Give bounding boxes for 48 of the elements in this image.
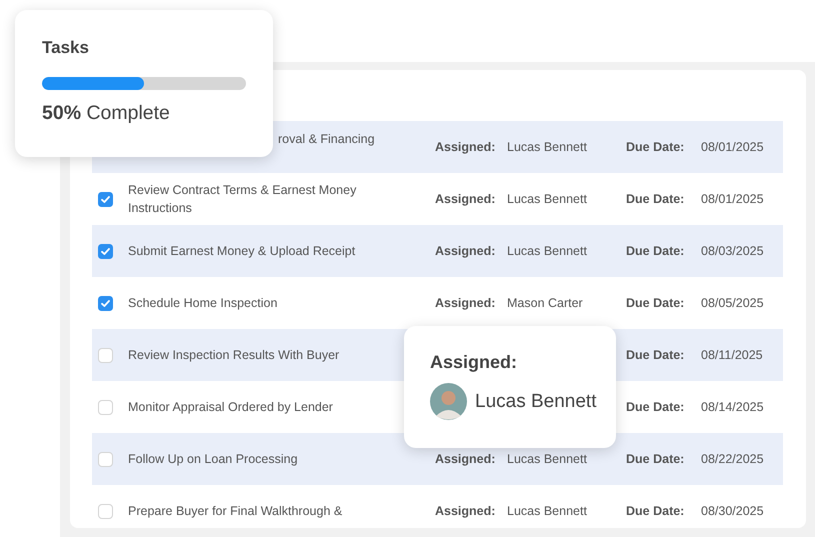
task-title: Follow Up on Loan Processing [128,451,299,468]
assignee-name: Lucas Bennett [507,504,587,518]
due-date: 08/22/2025 [701,452,764,466]
task-title: Review Inspection Results With Buyer [128,347,340,364]
checkbox[interactable] [98,348,113,362]
due-date-label: Due Date: [626,244,684,258]
task-title: roval & Financing [277,131,376,148]
due-date: 08/03/2025 [701,244,764,258]
due-date: 08/01/2025 [701,192,764,206]
due-date-label: Due Date: [626,140,684,154]
checkbox[interactable] [98,296,113,310]
popup-label: Assigned: [430,352,518,373]
assigned-label: Assigned: [435,452,496,466]
tasks-title: Tasks [42,38,90,58]
assignee-name: Lucas Bennett [507,244,587,258]
assignee-name: Mason Carter [507,296,583,310]
checkbox[interactable] [98,244,113,258]
due-date-label: Due Date: [626,504,684,518]
due-date-label: Due Date: [626,452,684,466]
due-date: 08/11/2025 [701,348,763,362]
due-date-label: Due Date: [626,192,684,206]
due-date: 08/05/2025 [701,296,764,310]
checkbox[interactable] [98,452,113,466]
task-title: Review Contract Terms & Earnest Money Instructions [128,182,358,217]
assigned-label: Assigned: [435,244,496,258]
assigned-label: Assigned: [435,504,496,518]
due-date-label: Due Date: [626,400,684,414]
task-title: Submit Earnest Money & Upload Receipt [128,243,356,260]
assignee-name: Lucas Bennett [475,390,596,412]
avatar-icon [430,383,467,420]
assigned-label: Assigned: [435,140,496,154]
due-date-label: Due Date: [626,348,684,362]
due-date-label: Due Date: [626,296,684,310]
assignee-name: Lucas Bennett [507,192,587,206]
checkbox[interactable] [98,192,113,206]
task-title: Prepare Buyer for Final Walkthrough & [128,503,344,520]
due-date: 08/14/2025 [701,400,764,414]
assigned-label: Assigned: [435,296,496,310]
checkbox[interactable] [98,504,113,518]
assignee-name: Lucas Bennett [507,140,587,154]
task-title: Monitor Appraisal Ordered by Lender [128,399,334,416]
due-date: 08/30/2025 [701,504,764,518]
checkbox[interactable] [98,400,113,414]
due-date: 08/01/2025 [701,140,764,154]
assignee-name: Lucas Bennett [507,452,587,466]
progress-caption: 50% Complete [42,102,171,125]
task-title: Schedule Home Inspection [128,295,278,312]
assigned-label: Assigned: [435,192,496,206]
